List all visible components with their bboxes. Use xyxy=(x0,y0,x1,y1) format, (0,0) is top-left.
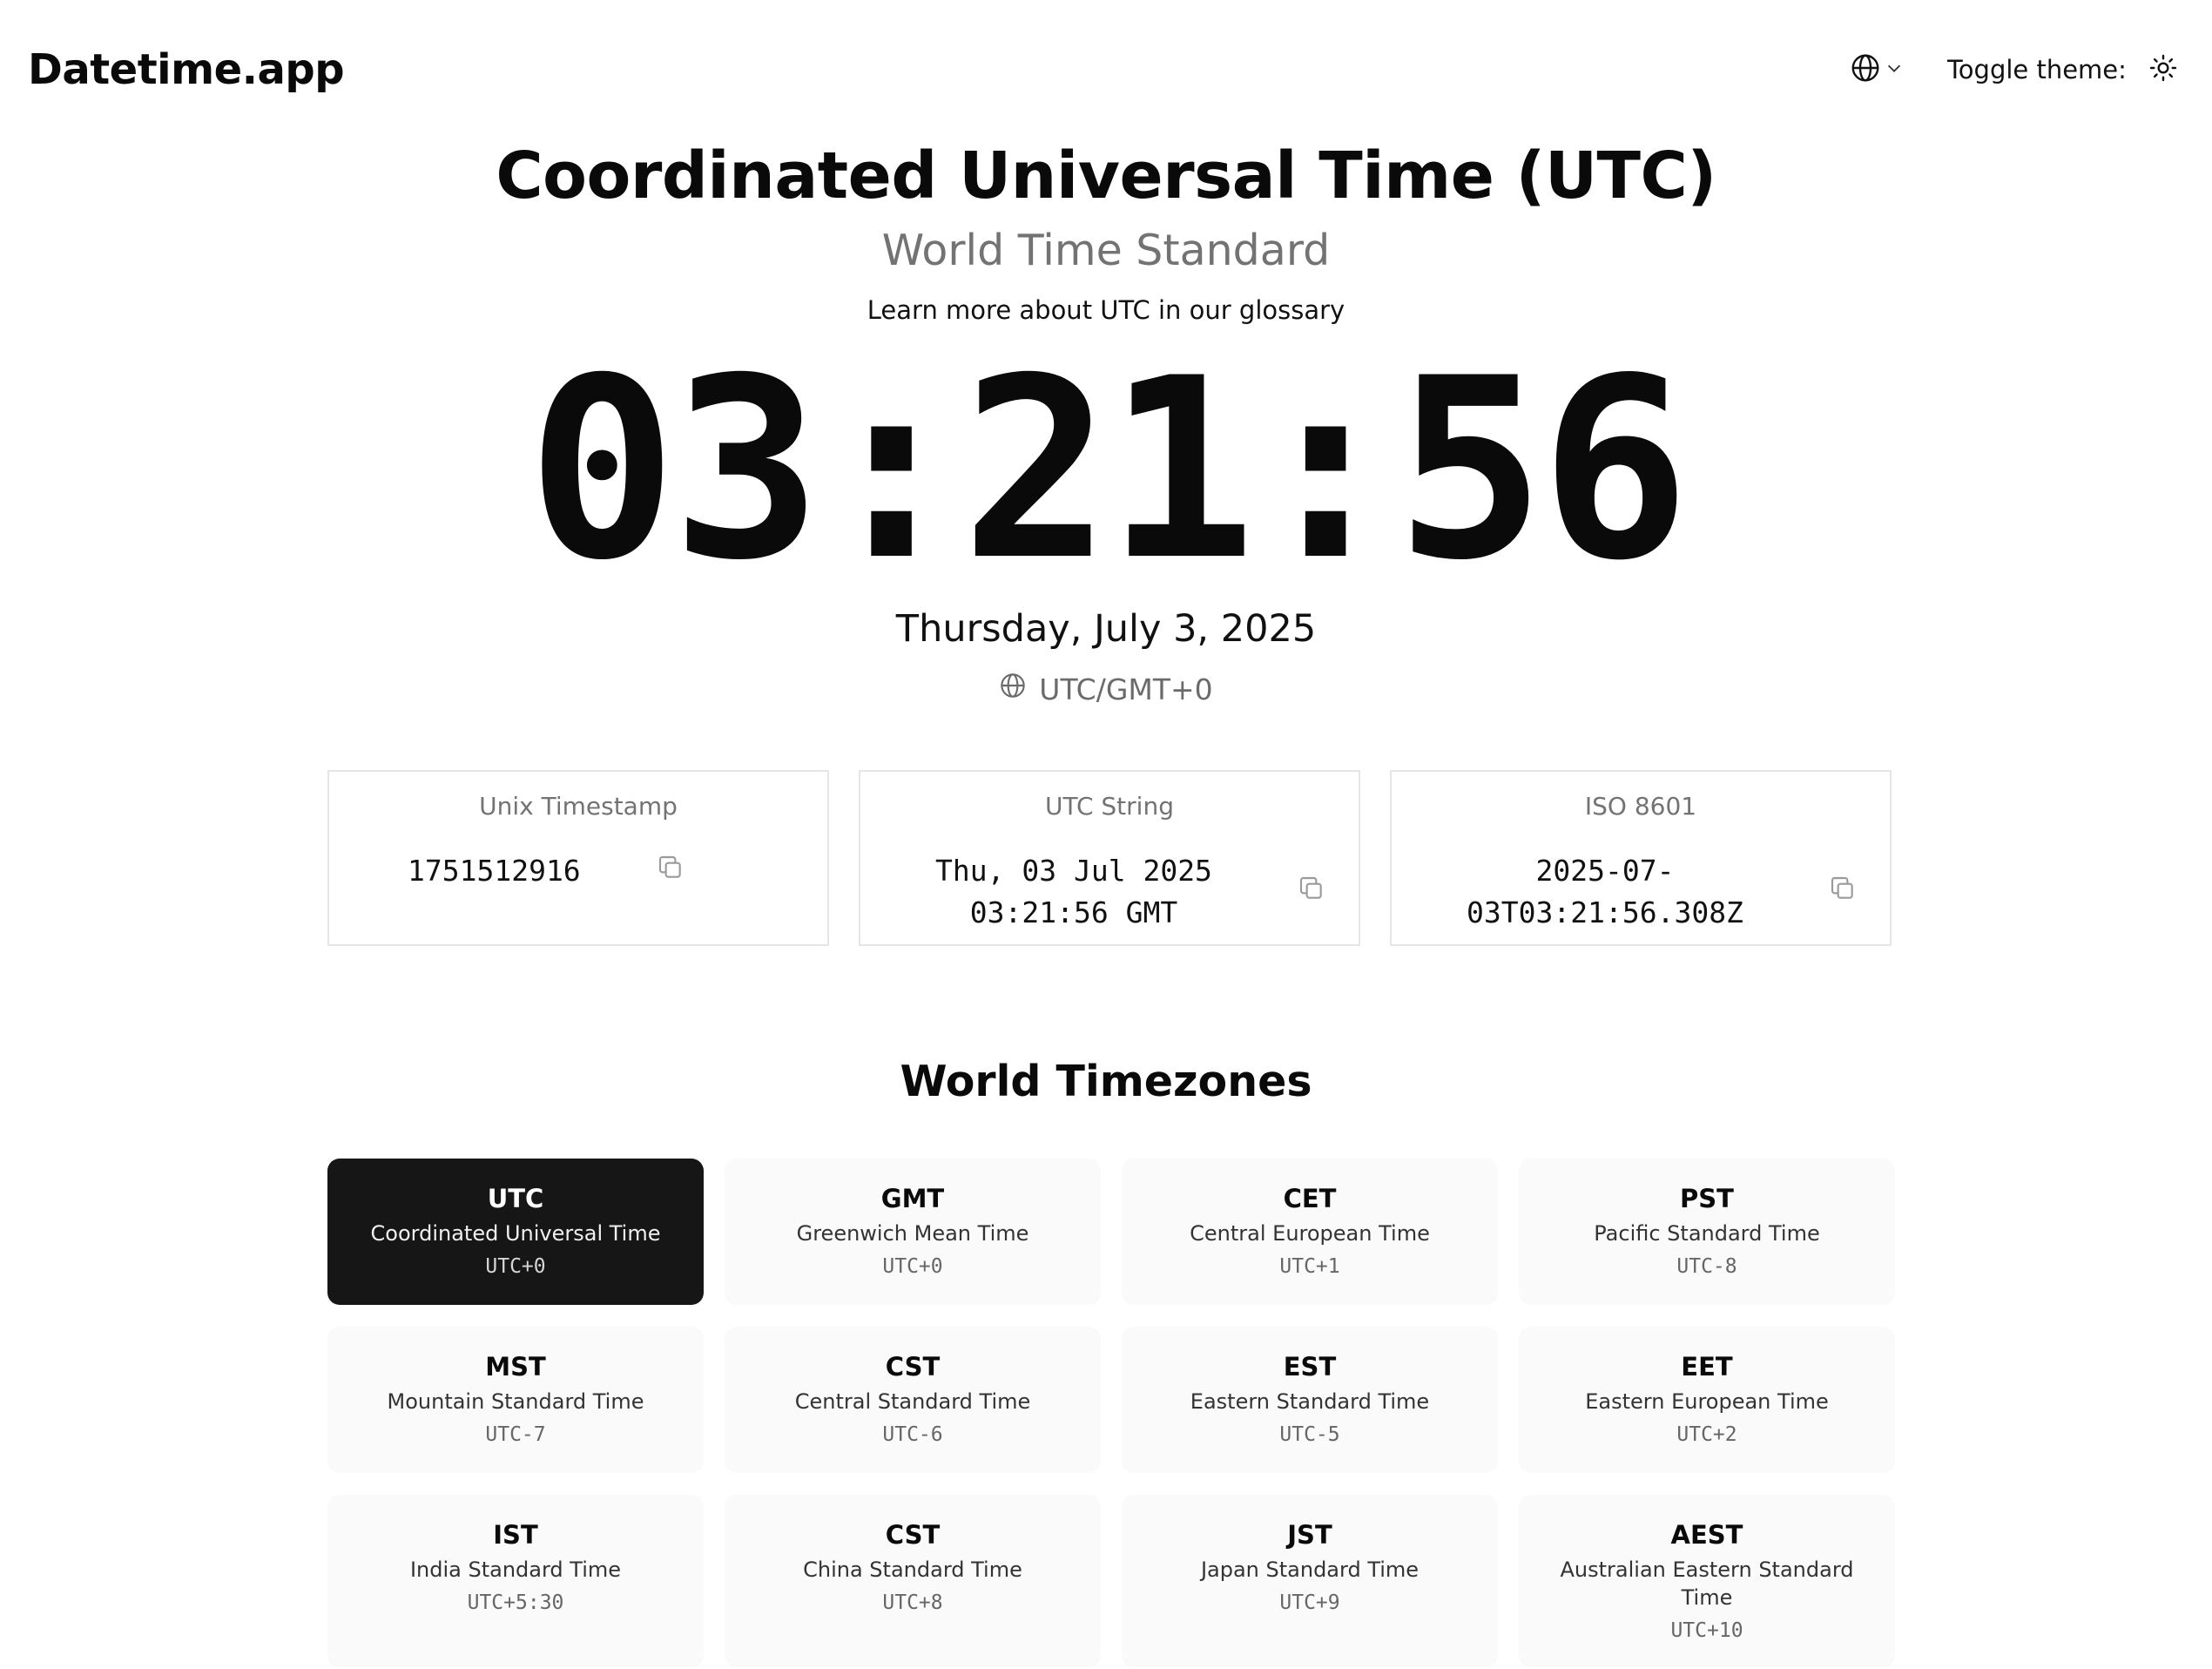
timezone-offset: UTC+8 xyxy=(882,1591,943,1614)
copy-button[interactable] xyxy=(1825,873,1860,908)
page: Datetime.app Toggle theme: Coordinated U… xyxy=(0,0,2212,1669)
timezone-offset: UTC+9 xyxy=(1279,1591,1340,1614)
chevron-down-icon xyxy=(1885,58,1904,81)
unix-timestamp-card: Unix Timestamp 1751512916 xyxy=(327,770,829,946)
timezone-abbr: AEST xyxy=(1670,1520,1743,1550)
timezone-abbr: EST xyxy=(1283,1352,1337,1382)
timezone-card-mst[interactable]: MST Mountain Standard Time UTC-7 xyxy=(327,1327,704,1473)
timezone-abbr: CST xyxy=(885,1520,941,1550)
timezone-offset: UTC+0 xyxy=(485,1255,546,1278)
copy-button[interactable] xyxy=(653,852,688,887)
card-label: UTC String xyxy=(1045,792,1174,821)
globe-icon xyxy=(1850,52,1881,87)
timezone-card-jst[interactable]: JST Japan Standard Time UTC+9 xyxy=(1122,1495,1498,1667)
timezone-abbr: MST xyxy=(485,1352,546,1382)
timezone-offset: UTC-6 xyxy=(882,1423,943,1446)
timezone-name: Australian Eastern Standard Time xyxy=(1560,1558,1854,1610)
timezone-name: Mountain Standard Time xyxy=(387,1389,644,1414)
site-header: Datetime.app Toggle theme: xyxy=(0,0,2212,139)
copy-icon xyxy=(657,854,685,885)
timezone-name: Japan Standard Time xyxy=(1200,1558,1420,1582)
timezone-name: Central Standard Time xyxy=(794,1389,1031,1414)
card-label: Unix Timestamp xyxy=(479,792,678,821)
world-timezones-heading: World Timezones xyxy=(900,1057,1312,1106)
timezone-card-aest[interactable]: AEST Australian Eastern Standard Time UT… xyxy=(1519,1495,1895,1667)
timezone-name: Greenwich Mean Time xyxy=(796,1221,1029,1246)
card-label: ISO 8601 xyxy=(1584,792,1697,821)
timezone-offset-label: UTC/GMT+0 xyxy=(1039,672,1213,706)
timezone-offset: UTC+2 xyxy=(1676,1423,1737,1446)
timezone-abbr: CST xyxy=(885,1352,941,1382)
utc-string-value[interactable]: Thu, 03 Jul 2025 03:21:56 GMT xyxy=(913,850,1235,934)
timezone-name: Coordinated Universal Time xyxy=(370,1221,661,1246)
timezone-abbr: IST xyxy=(493,1520,538,1550)
timezone-offset: UTC+0 xyxy=(882,1255,943,1278)
timezone-name: Pacific Standard Time xyxy=(1594,1221,1820,1246)
unix-timestamp-value[interactable]: 1751512916 xyxy=(408,850,791,892)
utc-string-card: UTC String Thu, 03 Jul 2025 03:21:56 GMT xyxy=(859,770,1360,946)
timezone-name: Central European Time xyxy=(1190,1221,1430,1246)
timezone-name: China Standard Time xyxy=(803,1558,1022,1582)
timezone-offset: UTC-5 xyxy=(1279,1423,1340,1446)
globe-icon xyxy=(999,671,1027,709)
timezone-indicator: UTC/GMT+0 xyxy=(0,671,2212,709)
glossary-link-wrap: Learn more about UTC in our glossary xyxy=(0,293,2212,328)
current-date: Thursday, July 3, 2025 xyxy=(895,607,1317,651)
timezone-card-cet[interactable]: CET Central European Time UTC+1 xyxy=(1122,1159,1498,1305)
timezone-card-cst-central[interactable]: CST Central Standard Time UTC-6 xyxy=(725,1327,1101,1473)
timezone-offset: UTC-7 xyxy=(485,1423,546,1446)
timezone-abbr: JST xyxy=(1287,1520,1332,1550)
timezone-card-utc[interactable]: UTC Coordinated Universal Time UTC+0 xyxy=(327,1159,704,1305)
page-title: Coordinated Universal Time (UTC) xyxy=(496,139,1716,213)
timezone-name: Eastern Standard Time xyxy=(1190,1389,1430,1414)
timezone-offset: UTC-8 xyxy=(1676,1255,1737,1278)
current-time-display: 03:21:56 xyxy=(527,326,1690,615)
timezone-name: Eastern European Time xyxy=(1585,1389,1829,1414)
copy-icon xyxy=(1298,875,1325,906)
timezone-offset: UTC+1 xyxy=(1279,1255,1340,1278)
timezone-abbr: PST xyxy=(1680,1184,1734,1213)
page-subtitle: World Time Standard xyxy=(881,226,1331,275)
iso-8601-card: ISO 8601 2025-07- 03T03:21:56.308Z xyxy=(1390,770,1892,946)
language-selector[interactable] xyxy=(1850,51,1911,89)
timezone-abbr: EET xyxy=(1681,1352,1733,1382)
copy-icon xyxy=(1829,875,1857,906)
timezone-card-pst[interactable]: PST Pacific Standard Time UTC-8 xyxy=(1519,1159,1895,1305)
site-logo[interactable]: Datetime.app xyxy=(28,42,345,98)
sun-icon xyxy=(2149,54,2177,85)
timezone-card-eet[interactable]: EET Eastern European Time UTC+2 xyxy=(1519,1327,1895,1473)
timezone-name: India Standard Time xyxy=(409,1558,622,1582)
iso-8601-value[interactable]: 2025-07- 03T03:21:56.308Z xyxy=(1444,850,1766,934)
timezone-abbr: GMT xyxy=(880,1184,945,1213)
theme-toggle-label: Toggle theme: xyxy=(1947,55,2127,84)
timezone-card-est[interactable]: EST Eastern Standard Time UTC-5 xyxy=(1122,1327,1498,1473)
timezone-offset: UTC+10 xyxy=(1670,1619,1743,1642)
timezone-abbr: UTC xyxy=(487,1184,544,1213)
copy-button[interactable] xyxy=(1294,873,1329,908)
timezone-card-ist[interactable]: IST India Standard Time UTC+5:30 xyxy=(327,1495,704,1667)
theme-toggle-button[interactable] xyxy=(2146,52,2181,87)
glossary-link[interactable]: Learn more about UTC in our glossary xyxy=(867,295,1345,325)
timezone-abbr: CET xyxy=(1283,1184,1337,1213)
timezone-card-gmt[interactable]: GMT Greenwich Mean Time UTC+0 xyxy=(725,1159,1101,1305)
timezone-offset: UTC+5:30 xyxy=(467,1591,564,1614)
timezone-card-cst-china[interactable]: CST China Standard Time UTC+8 xyxy=(725,1495,1101,1667)
